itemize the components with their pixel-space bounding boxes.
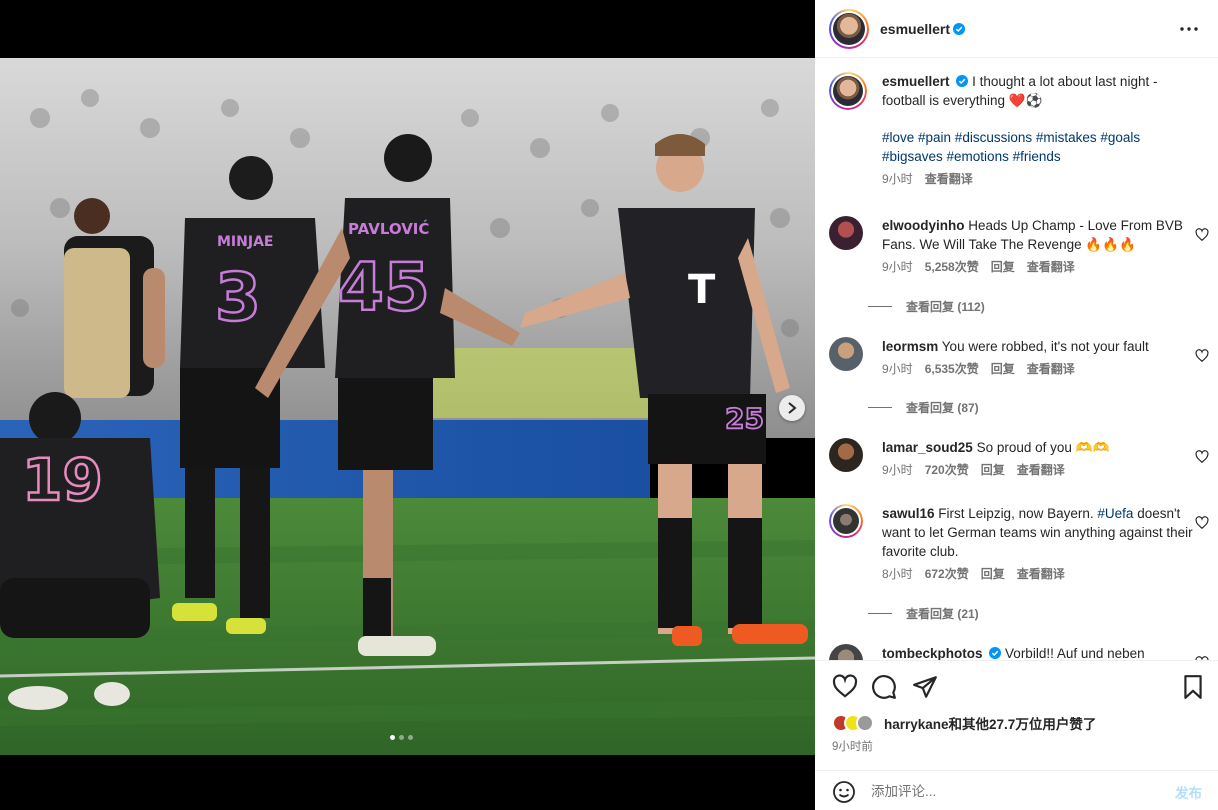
comment-translate-link[interactable]: 查看翻译 xyxy=(1017,566,1065,582)
post-photo[interactable]: MINJAE 3 PAVLOVIĆ 45 T 25 19 xyxy=(0,58,815,755)
verified-badge-icon xyxy=(989,647,1002,659)
view-replies-button[interactable]: 查看回复 (112) xyxy=(868,298,985,315)
caption-time: 9小时 xyxy=(882,172,913,186)
comment-like-count[interactable]: 6,535次赞 xyxy=(925,361,979,377)
post-media: MINJAE 3 PAVLOVIĆ 45 T 25 19 xyxy=(0,0,815,810)
comment-username[interactable]: lamar_soud25 xyxy=(882,440,973,455)
comment-reply-button[interactable]: 回复 xyxy=(981,462,1005,478)
verified-badge-icon xyxy=(953,22,966,35)
more-options-button[interactable] xyxy=(1178,18,1200,40)
emoji-smiley-icon[interactable] xyxy=(832,780,856,804)
commenter-avatar[interactable] xyxy=(829,337,863,371)
caption-avatar[interactable] xyxy=(829,72,867,110)
carousel-next-button[interactable] xyxy=(779,395,805,421)
share-send-icon[interactable] xyxy=(912,674,938,700)
comments-list[interactable]: esmuellert I thought a lot about last ni… xyxy=(815,58,1218,660)
comment-translate-link[interactable]: 查看翻译 xyxy=(1017,462,1065,478)
likes-summary[interactable]: harrykane和其他27.7万位用户赞了 xyxy=(832,713,1096,733)
comment-username[interactable]: leormsm xyxy=(882,339,938,354)
comment-text: Vorbild!! Auf und neben xyxy=(1005,646,1145,660)
comment-reply-button[interactable]: 回复 xyxy=(981,566,1005,582)
comment-username[interactable]: elwoodyinho xyxy=(882,218,965,233)
likes-text[interactable]: harrykane和其他27.7万位用户赞了 xyxy=(884,713,1096,733)
like-comment-heart-icon[interactable] xyxy=(1195,349,1209,363)
telekom-logo: T xyxy=(688,267,716,313)
caption-body: esmuellert I thought a lot about last ni… xyxy=(882,72,1194,187)
comment-like-count[interactable]: 720次赞 xyxy=(925,462,969,478)
comment-time: 9小时 xyxy=(882,260,913,274)
comment-time: 9小时 xyxy=(882,362,913,376)
jersey-name-pavlovic: PAVLOVIĆ xyxy=(348,219,429,238)
comment-translate-link[interactable]: 查看翻译 xyxy=(1027,259,1075,275)
commenter-avatar[interactable] xyxy=(829,216,863,250)
view-replies-button[interactable]: 查看回复 (21) xyxy=(868,605,979,622)
caption-username[interactable]: esmuellert xyxy=(882,74,950,89)
liker-avatar xyxy=(856,714,874,732)
carousel-dot-1[interactable] xyxy=(390,735,395,740)
jersey-number-19: 19 xyxy=(22,446,103,514)
comment-text: First Leipzig, now Bayern. xyxy=(938,506,1094,521)
post-actions: harrykane和其他27.7万位用户赞了 9小时前 xyxy=(815,660,1218,770)
post-timestamp: 9小时前 xyxy=(832,741,873,753)
verified-badge-icon xyxy=(956,75,969,87)
jersey-name-minjae: MINJAE xyxy=(217,234,273,250)
commenter-avatar[interactable] xyxy=(829,438,863,472)
comment-username[interactable]: tombeckphotos xyxy=(882,646,983,660)
comment-translate-link[interactable]: 查看翻译 xyxy=(1027,361,1075,377)
comment-text: You were robbed, it's not your fault xyxy=(941,339,1149,354)
view-replies-label: 查看回复 (87) xyxy=(906,401,979,415)
carousel-dot-3[interactable] xyxy=(408,735,413,740)
caption-hashtags[interactable]: #love #pain #discussions #mistakes #goal… xyxy=(882,128,1194,166)
view-replies-label: 查看回复 (112) xyxy=(906,300,985,314)
like-comment-heart-icon[interactable] xyxy=(1195,450,1209,464)
view-replies-label: 查看回复 (21) xyxy=(906,607,979,621)
comment-hashtag[interactable]: #Uefa xyxy=(1097,506,1133,521)
like-comment-heart-icon[interactable] xyxy=(1195,516,1209,530)
caption-translate-link[interactable]: 查看翻译 xyxy=(925,171,973,187)
carousel-dots xyxy=(390,735,413,740)
bookmark-icon[interactable] xyxy=(1180,674,1206,700)
comment-input[interactable] xyxy=(871,780,1151,802)
view-replies-button[interactable]: 查看回复 (87) xyxy=(868,399,979,416)
comment-time: 9小时 xyxy=(882,463,913,477)
carousel-dot-2[interactable] xyxy=(399,735,404,740)
comment-bubble-icon[interactable] xyxy=(871,674,897,700)
author-avatar[interactable] xyxy=(829,8,869,49)
like-heart-icon[interactable] xyxy=(832,674,858,700)
jersey-number-pavlovic: 45 xyxy=(338,249,430,326)
comment-username[interactable]: sawul16 xyxy=(882,506,935,521)
commenter-avatar[interactable] xyxy=(829,504,863,538)
comment-reply-button[interactable]: 回复 xyxy=(991,259,1015,275)
chevron-right-icon xyxy=(788,402,797,414)
post-comment-button[interactable]: 发布 xyxy=(1175,782,1202,802)
post-side-panel: esmuellert esmuellert I thought a lot ab… xyxy=(815,0,1218,810)
comment-like-count[interactable]: 5,258次赞 xyxy=(925,259,979,275)
comment-time: 8小时 xyxy=(882,567,913,581)
comment-like-count[interactable]: 672次赞 xyxy=(925,566,969,582)
commenter-avatar[interactable] xyxy=(829,644,863,660)
post-header: esmuellert xyxy=(815,0,1218,58)
like-comment-heart-icon[interactable] xyxy=(1195,228,1209,242)
comment-composer: 发布 xyxy=(815,770,1218,810)
comment-text: So proud of you 🫶🫶 xyxy=(976,440,1110,455)
more-horizontal-icon xyxy=(1180,27,1198,31)
comment-reply-button[interactable]: 回复 xyxy=(991,361,1015,377)
author-username[interactable]: esmuellert xyxy=(880,21,950,37)
jersey-number-minjae: 3 xyxy=(215,259,261,336)
shorts-number-muller: 25 xyxy=(725,402,764,435)
